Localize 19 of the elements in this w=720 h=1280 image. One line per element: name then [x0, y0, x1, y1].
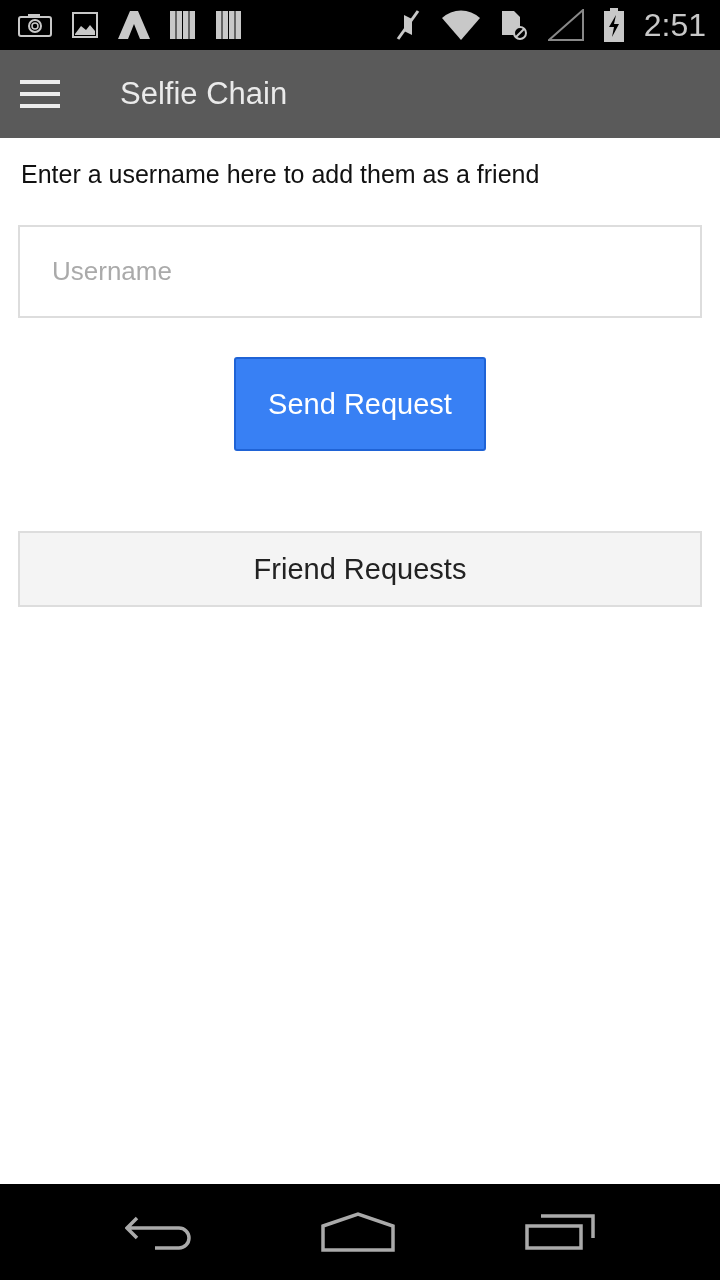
- camera-icon: [18, 13, 52, 37]
- sim-card-icon: [499, 9, 528, 41]
- triangle-logo-icon: [118, 11, 150, 39]
- barcode-icon: [170, 11, 196, 39]
- signal-icon: [547, 9, 584, 41]
- username-field[interactable]: Username: [18, 225, 702, 318]
- friend-requests-button[interactable]: Friend Requests: [18, 531, 702, 607]
- barcode-icon: [216, 11, 242, 39]
- clock-time: 2:51: [643, 6, 706, 44]
- menu-button[interactable]: [20, 80, 60, 108]
- app-title: Selfie Chain: [120, 76, 288, 112]
- image-icon: [72, 12, 98, 38]
- send-request-button[interactable]: Send Request: [234, 357, 486, 451]
- recent-apps-button[interactable]: [525, 1214, 595, 1250]
- instruction-text: Enter a username here to add them as a friend: [20, 160, 541, 189]
- home-button[interactable]: [321, 1212, 395, 1252]
- wifi-icon: [441, 10, 480, 40]
- battery-charging-icon: [603, 8, 624, 42]
- back-button[interactable]: [125, 1214, 191, 1250]
